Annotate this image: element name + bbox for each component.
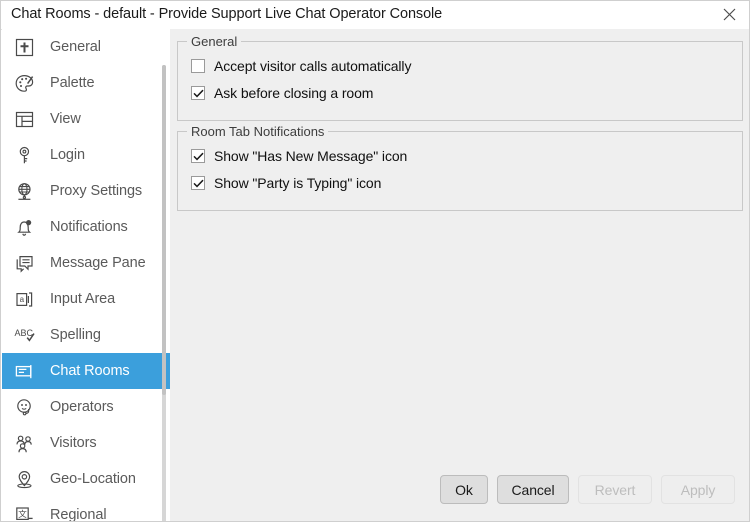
sidebar-item-general[interactable]: General xyxy=(2,29,170,65)
sidebar-item-label: General xyxy=(50,39,101,55)
general-group: General Accept visitor calls automatical… xyxy=(177,41,743,121)
sidebar-item-palette[interactable]: Palette xyxy=(2,65,170,101)
revert-button: Revert xyxy=(578,475,652,504)
sidebar-item-geo-location[interactable]: Geo-Location xyxy=(2,461,170,497)
room-tab-notifications-group: Room Tab Notifications Show "Has New Mes… xyxy=(177,131,743,211)
show-has-new-message-label: Show "Has New Message" icon xyxy=(214,148,407,164)
settings-content-panel: General Accept visitor calls automatical… xyxy=(170,29,750,522)
svg-text:a: a xyxy=(19,295,24,304)
message-pane-icon xyxy=(11,250,37,276)
accept-visitor-calls-checkbox[interactable] xyxy=(191,59,205,73)
close-button[interactable] xyxy=(707,1,750,28)
show-party-is-typing-checkbox[interactable] xyxy=(191,176,205,190)
svg-text:文: 文 xyxy=(18,508,27,518)
sidebar-item-label: Geo-Location xyxy=(50,471,136,487)
show-party-is-typing-label: Show "Party is Typing" icon xyxy=(214,175,381,191)
sidebar-item-spelling[interactable]: ABC Spelling xyxy=(2,317,170,353)
dialog-button-bar: Ok Cancel Revert Apply xyxy=(170,467,750,522)
sidebar-item-login[interactable]: Login xyxy=(2,137,170,173)
cancel-button[interactable]: Cancel xyxy=(497,475,569,504)
sidebar-item-regional[interactable]: 文 Regional xyxy=(2,497,170,522)
sidebar-item-proxy-settings[interactable]: Proxy Settings xyxy=(2,173,170,209)
sidebar-scrollbar-thumb[interactable] xyxy=(162,65,166,395)
show-party-is-typing-row[interactable]: Show "Party is Typing" icon xyxy=(191,175,381,191)
ask-before-closing-row[interactable]: Ask before closing a room xyxy=(191,85,373,101)
sidebar-item-label: Proxy Settings xyxy=(50,183,142,199)
people-icon xyxy=(11,430,37,456)
key-icon xyxy=(11,142,37,168)
accept-visitor-calls-label: Accept visitor calls automatically xyxy=(214,58,411,74)
sidebar-item-label: Login xyxy=(50,147,85,163)
window-title: Chat Rooms - default - Provide Support L… xyxy=(11,6,442,22)
globe-icon xyxy=(11,178,37,204)
sidebar-item-visitors[interactable]: Visitors xyxy=(2,425,170,461)
show-has-new-message-checkbox[interactable] xyxy=(191,149,205,163)
close-icon xyxy=(723,8,736,21)
plus-square-icon xyxy=(11,34,37,60)
sidebar-item-input-area[interactable]: a Input Area xyxy=(2,281,170,317)
checkmark-icon xyxy=(193,179,204,188)
ask-before-closing-checkbox[interactable] xyxy=(191,86,205,100)
layout-icon xyxy=(11,106,37,132)
sidebar-item-label: Notifications xyxy=(50,219,128,235)
show-has-new-message-row[interactable]: Show "Has New Message" icon xyxy=(191,148,407,164)
settings-dialog-window: Chat Rooms - default - Provide Support L… xyxy=(0,0,750,522)
regional-icon: 文 xyxy=(11,502,37,522)
accept-visitor-calls-row[interactable]: Accept visitor calls automatically xyxy=(191,58,411,74)
input-area-icon: a xyxy=(11,286,37,312)
checkmark-icon xyxy=(193,152,204,161)
spellcheck-icon: ABC xyxy=(11,322,37,348)
sidebar-item-operators[interactable]: Operators xyxy=(2,389,170,425)
general-group-title: General xyxy=(187,34,241,49)
settings-category-list[interactable]: General Palette xyxy=(2,29,170,522)
sidebar-item-label: Palette xyxy=(50,75,94,91)
map-pin-icon xyxy=(11,466,37,492)
palette-icon xyxy=(11,70,37,96)
sidebar-item-label: Input Area xyxy=(50,291,115,307)
sidebar-item-notifications[interactable]: Notifications xyxy=(2,209,170,245)
sidebar-item-label: Operators xyxy=(50,399,114,415)
sidebar-item-label: View xyxy=(50,111,81,127)
sidebar-item-label: Spelling xyxy=(50,327,101,343)
svg-text:ABC: ABC xyxy=(14,328,33,338)
apply-button: Apply xyxy=(661,475,735,504)
sidebar-item-label: Visitors xyxy=(50,435,96,451)
room-tab-notifications-group-title: Room Tab Notifications xyxy=(187,124,328,139)
sidebar-item-view[interactable]: View xyxy=(2,101,170,137)
sidebar-item-label: Chat Rooms xyxy=(50,363,130,379)
sidebar-item-label: Regional xyxy=(50,507,106,522)
chat-room-icon xyxy=(11,358,37,384)
ask-before-closing-label: Ask before closing a room xyxy=(214,85,373,101)
title-bar: Chat Rooms - default - Provide Support L… xyxy=(1,1,750,30)
sidebar-item-chat-rooms[interactable]: Chat Rooms xyxy=(2,353,170,389)
headset-icon xyxy=(11,394,37,420)
ok-button[interactable]: Ok xyxy=(440,475,488,504)
checkmark-icon xyxy=(193,89,204,98)
sidebar-item-label: Message Pane xyxy=(50,255,146,271)
bell-icon xyxy=(11,214,37,240)
sidebar-item-message-pane[interactable]: Message Pane xyxy=(2,245,170,281)
